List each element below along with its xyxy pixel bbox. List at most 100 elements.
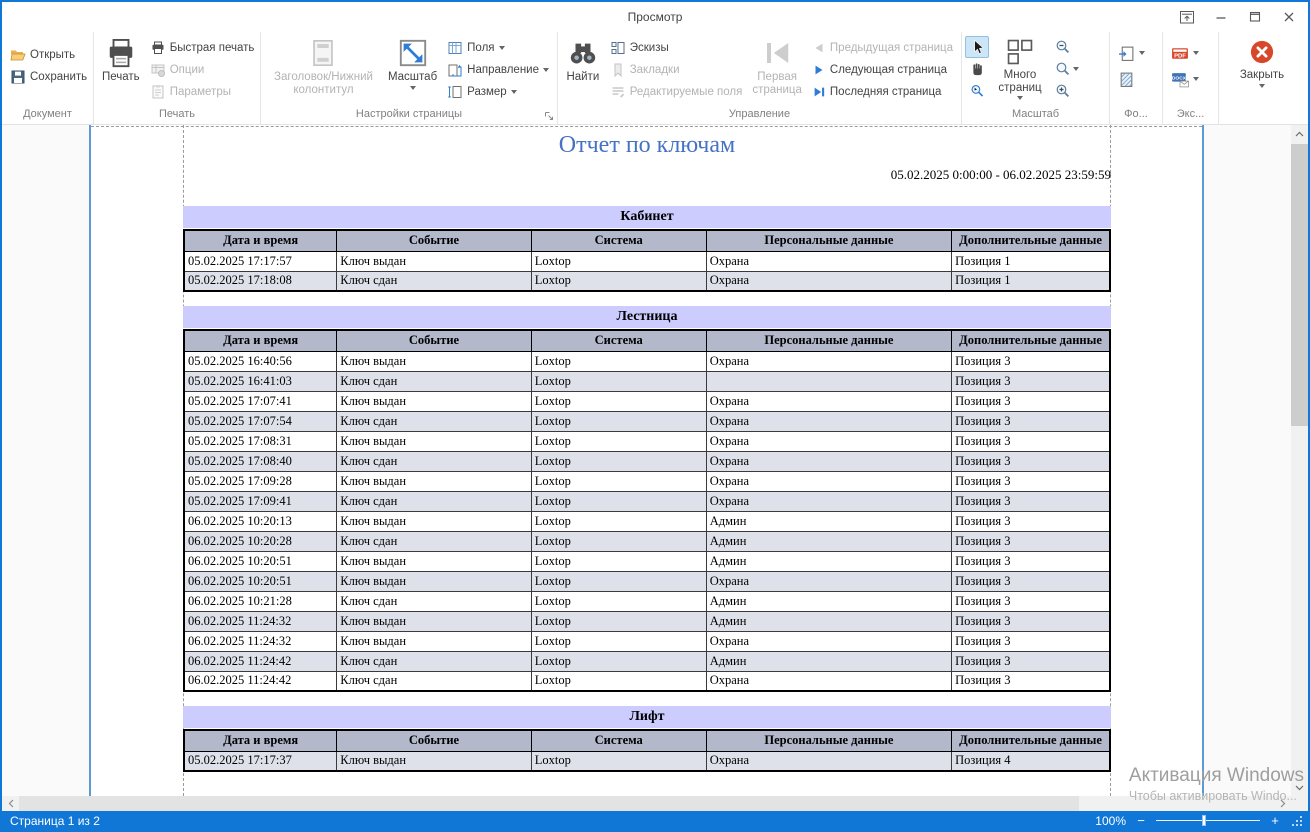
column-header: Событие [337, 230, 531, 251]
table-cell: Loxtop [531, 511, 706, 531]
scroll-right-icon[interactable] [1274, 796, 1291, 811]
many-pages-icon [1006, 38, 1034, 66]
quick-print-icon [150, 40, 166, 56]
scroll-left-icon[interactable] [2, 796, 19, 811]
table-cell: Ключ выдан [337, 751, 531, 771]
close-preview-button[interactable]: Закрыть [1235, 34, 1289, 107]
horizontal-scroll-track[interactable] [19, 796, 1274, 811]
table-cell: Позиция 1 [952, 251, 1110, 271]
hand-tool-button[interactable] [965, 58, 989, 80]
table-cell: Позиция 3 [952, 651, 1110, 671]
resize-grip[interactable] [1292, 816, 1302, 826]
zoom-in-icon [1055, 83, 1071, 99]
table-cell: Ключ сдан [337, 491, 531, 511]
ribbon-toggle-icon[interactable] [1170, 5, 1204, 29]
zoom-level-button[interactable] [1051, 58, 1083, 80]
size-button[interactable]: Размер [442, 81, 554, 103]
table-cell: 06.02.2025 10:21:28 [184, 591, 337, 611]
table-row: 06.02.2025 11:24:42Ключ сданLoxtopОхрана… [184, 671, 1110, 691]
export-pdf-button[interactable]: PDF [1166, 40, 1204, 66]
minimize-button[interactable] [1204, 5, 1238, 29]
last-page-button[interactable]: Последняя страница [807, 81, 958, 103]
page-color-button[interactable] [1113, 66, 1150, 92]
header-footer-button: Заголовок/Нижний колонтитул [264, 34, 383, 107]
table-row: 05.02.2025 16:40:56Ключ выданLoxtopОхран… [184, 351, 1110, 371]
export-dropdown-arrow [1193, 51, 1199, 55]
scroll-up-icon[interactable] [1291, 125, 1308, 142]
table-cell: Охрана [706, 391, 951, 411]
table-cell: Ключ сдан [337, 451, 531, 471]
ribbon-group-page-setup: Заголовок/Нижний колонтитул Масштаб Поля [261, 32, 558, 124]
table-cell: Позиция 3 [952, 351, 1110, 371]
editable-fields-button: Редактируемые поля [605, 81, 748, 103]
table-cell: Ключ сдан [337, 371, 531, 391]
group-caption-document: Документ [5, 107, 90, 124]
table-cell: Loxtop [531, 411, 706, 431]
quick-print-button[interactable]: Быстрая печать [145, 37, 260, 59]
table-cell: Ключ выдан [337, 391, 531, 411]
next-page-button[interactable]: Следующая страница [807, 59, 958, 81]
status-bar: Страница 1 из 2 100% − + [2, 811, 1308, 830]
title-bar[interactable]: Просмотр [2, 2, 1308, 32]
table-cell: Ключ выдан [337, 351, 531, 371]
scroll-down-icon[interactable] [1291, 779, 1308, 796]
scale-button[interactable]: Масштаб [383, 34, 442, 107]
open-button[interactable]: Открыть [5, 44, 92, 66]
section-title: Лестница [183, 306, 1111, 328]
table-cell: Админ [706, 591, 951, 611]
margins-button[interactable]: Поля [442, 37, 554, 59]
save-button[interactable]: Сохранить [5, 66, 92, 88]
table-cell: 05.02.2025 16:40:56 [184, 351, 337, 371]
table-cell: Loxtop [531, 251, 706, 271]
table-cell: Ключ сдан [337, 651, 531, 671]
zoom-region-tool-button[interactable] [965, 80, 989, 102]
table-cell: Ключ сдан [337, 271, 531, 291]
zoom-in-slider-button[interactable]: + [1270, 813, 1280, 828]
table-cell: Позиция 3 [952, 571, 1110, 591]
thumbnails-button[interactable]: Эскизы [605, 37, 748, 59]
maximize-button[interactable] [1238, 5, 1272, 29]
send-email-button[interactable]: DOCX [1166, 66, 1204, 92]
section-table: Дата и времяСобытиеСистемаПерсональные д… [183, 729, 1111, 772]
zoom-out-slider-button[interactable]: − [1136, 813, 1146, 828]
table-cell: Ключ выдан [337, 511, 531, 531]
horizontal-scrollbar[interactable] [2, 796, 1308, 811]
ribbon-group-export: PDF DOCX Экс... [1163, 32, 1219, 124]
close-window-button[interactable] [1272, 5, 1306, 29]
table-cell: Охрана [706, 351, 951, 371]
find-button[interactable]: Найти [561, 34, 605, 107]
pointer-tool-button[interactable] [965, 36, 989, 58]
print-button[interactable]: Печать [97, 34, 145, 107]
table-cell: Позиция 1 [952, 271, 1110, 291]
vertical-scroll-thumb[interactable] [1291, 144, 1308, 426]
zoom-in-button[interactable] [1051, 80, 1075, 102]
table-row: 05.02.2025 17:07:41Ключ выданLoxtopОхран… [184, 391, 1110, 411]
table-row: 06.02.2025 10:20:51Ключ выданLoxtopОхран… [184, 571, 1110, 591]
document-preview-area[interactable]: Отчет по ключам 05.02.2025 0:00:00 - 06.… [2, 125, 1308, 796]
orientation-icon [447, 62, 463, 78]
zoom-out-button[interactable] [1051, 36, 1075, 58]
pdf-export-icon: PDF [1171, 45, 1189, 62]
group-caption-zoom: Масштаб [965, 107, 1106, 124]
table-row: 06.02.2025 11:24:32Ключ выданLoxtopАдмин… [184, 611, 1110, 631]
table-cell: Охрана [706, 571, 951, 591]
group-caption-navigation: Управление [561, 107, 958, 124]
watermark-button[interactable] [1113, 40, 1150, 66]
size-dropdown-arrow [511, 90, 517, 94]
hand-icon [970, 61, 985, 77]
page-setup-dialog-launcher-icon[interactable] [543, 110, 555, 122]
zoom-slider[interactable] [1156, 811, 1260, 830]
report-section: Лифт Дата и времяСобытиеСистемаПерсональ… [183, 706, 1111, 772]
zoom-slider-thumb[interactable] [1202, 815, 1206, 826]
orientation-button[interactable]: Направление [442, 59, 554, 81]
many-pages-button[interactable]: Много страниц [989, 34, 1051, 107]
vertical-scrollbar[interactable] [1291, 125, 1308, 796]
group-caption-close [1222, 107, 1302, 124]
find-binoculars-icon [567, 38, 599, 68]
horizontal-scroll-thumb[interactable] [19, 796, 1079, 811]
column-header: Персональные данные [706, 230, 951, 251]
zoom-region-icon [970, 83, 985, 99]
table-cell: Loxtop [531, 371, 706, 391]
table-cell: Ключ выдан [337, 431, 531, 451]
column-header: Дополнительные данные [952, 730, 1110, 751]
